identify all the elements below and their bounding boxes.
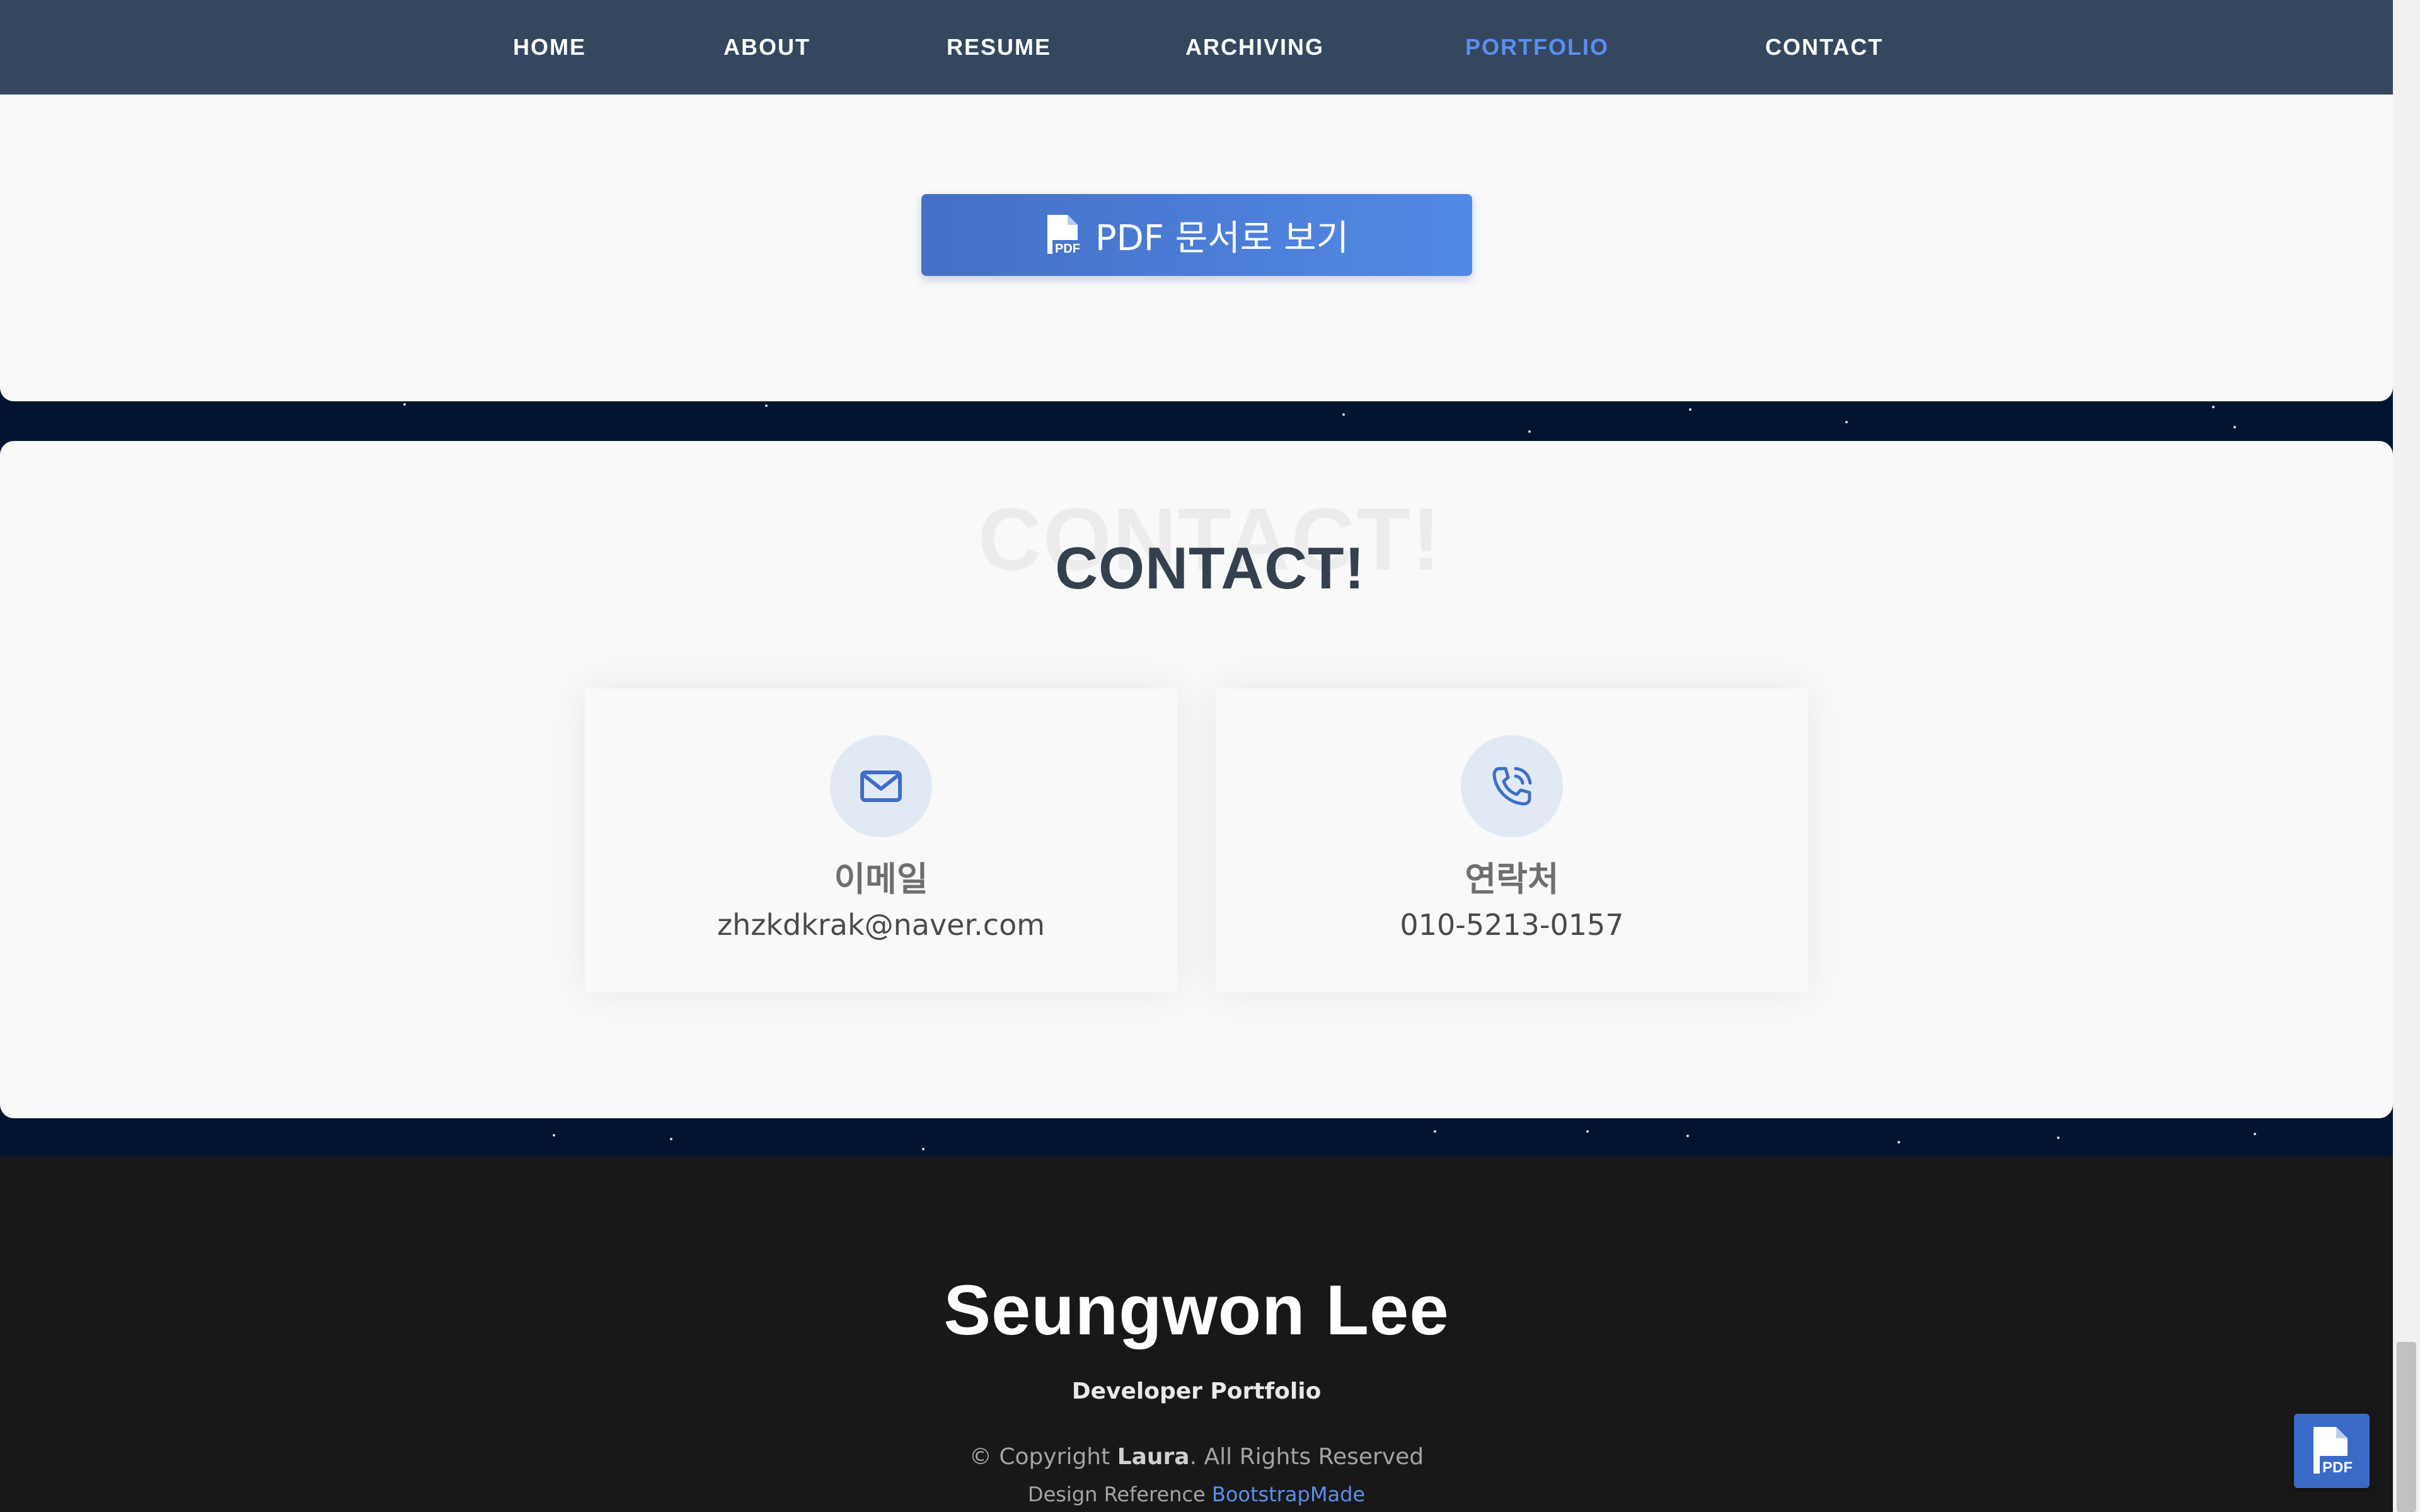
file-pdf-icon: PDF [2313, 1427, 2353, 1475]
copyright-owner: Laura [1117, 1444, 1190, 1470]
footer-design-reference: Design Reference BootstrapMade [0, 1482, 2393, 1506]
footer-copyright: © Copyright Laura. All Rights Reserved [0, 1444, 2393, 1470]
email-card: 이메일 zhzkdkrak@naver.com [585, 689, 1177, 992]
view-pdf-label: PDF 문서로 보기 [1095, 217, 1349, 259]
copyright-suffix: . All Rights Reserved [1189, 1444, 1424, 1470]
nav-resume[interactable]: RESUME [947, 0, 1051, 94]
copyright-prefix: © Copyright [969, 1444, 1110, 1470]
email-title: 이메일 [834, 859, 928, 899]
nav-portfolio[interactable]: PORTFOLIO [1465, 0, 1609, 94]
email-value[interactable]: zhzkdkrak@naver.com [585, 908, 1177, 942]
floating-pdf-button[interactable]: PDF [2294, 1414, 2370, 1488]
phone-icon-circle [1461, 735, 1563, 837]
design-ref-prefix: Design Reference [1027, 1482, 1206, 1506]
email-icon-circle [830, 735, 932, 837]
contact-title: CONTACT! [1055, 535, 1365, 601]
phone-card: 연락처 010-5213-0157 [1216, 689, 1808, 992]
phone-icon [1492, 767, 1532, 806]
portfolio-section: PDF PDF 문서로 보기 [0, 94, 2393, 401]
footer-name: Seungwon Lee [943, 1271, 1449, 1349]
file-pdf-icon: PDF [1047, 215, 1080, 255]
phone-value[interactable]: 010-5213-0157 [1216, 908, 1808, 942]
nav-archiving[interactable]: ARCHIVING [1185, 0, 1324, 94]
view-pdf-button[interactable]: PDF PDF 문서로 보기 [921, 194, 1472, 276]
nav-home[interactable]: HOME [513, 0, 586, 94]
nav-contact[interactable]: CONTACT [1765, 0, 1883, 94]
design-ref-link[interactable]: BootstrapMade [1212, 1482, 1365, 1506]
nav-about[interactable]: ABOUT [723, 0, 810, 94]
footer: Seungwon Lee Developer Portfolio © Copyr… [0, 1156, 2393, 1512]
top-navbar: HOME ABOUT RESUME ARCHIVING PORTFOLIO CO… [0, 0, 2393, 94]
scrollbar-thumb[interactable] [2397, 1342, 2416, 1512]
svg-text:PDF: PDF [1055, 242, 1080, 255]
svg-text:PDF: PDF [2322, 1459, 2353, 1475]
page-scrollbar[interactable] [2393, 0, 2420, 1512]
footer-subtitle: Developer Portfolio [1071, 1378, 1322, 1404]
envelope-icon [860, 770, 902, 802]
phone-title: 연락처 [1465, 859, 1559, 899]
